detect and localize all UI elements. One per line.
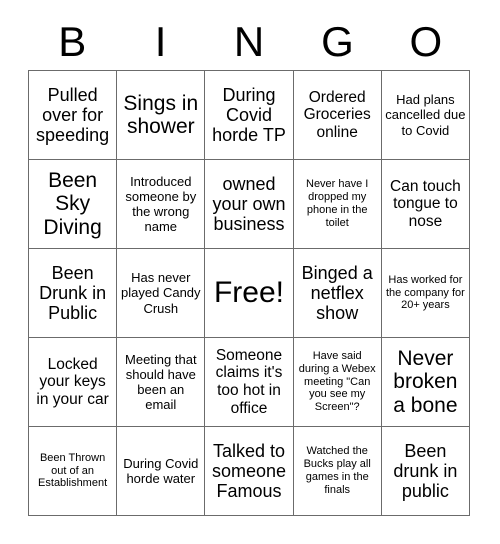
bingo-cell[interactable]: During Covid horde TP <box>205 71 294 160</box>
bingo-cell[interactable]: owned your own business <box>205 160 294 249</box>
bingo-cell-text: Pulled over for speeding <box>36 84 110 146</box>
bingo-cell[interactable]: Been Sky Diving <box>29 160 118 249</box>
bingo-cell-text: Binged a netflex show <box>301 262 373 324</box>
bingo-cell-text: Talked to someone Famous <box>211 440 287 502</box>
bingo-cell[interactable]: Talked to someone Famous <box>205 427 294 516</box>
bingo-cell-text: Locked your keys in your car <box>36 355 109 408</box>
bingo-cell-text: Sings in shower <box>123 91 199 138</box>
bingo-cell-text: Ordered Groceries online <box>303 88 371 141</box>
bingo-cell-text: Have said during a Webex meeting "Can yo… <box>298 349 376 414</box>
bingo-cell[interactable]: Have said during a Webex meeting "Can yo… <box>293 338 382 427</box>
bingo-cell[interactable]: During Covid horde water <box>117 427 206 516</box>
bingo-cell-text: Has never played Candy Crush <box>121 270 201 316</box>
bingo-cell[interactable]: Had plans cancelled due to Covid <box>381 71 470 160</box>
bingo-cell[interactable]: Has never played Candy Crush <box>117 249 206 338</box>
bingo-cell-text: owned your own business <box>212 173 286 235</box>
bingo-header-letter-o: O <box>409 18 443 65</box>
bingo-header-letter-b: B <box>58 18 87 65</box>
bingo-header-letter-i: I <box>154 18 167 65</box>
bingo-grid: Pulled over for speeding Sings in shower… <box>28 70 470 516</box>
bingo-cell-text: Introduced someone by the wrong name <box>125 173 197 235</box>
bingo-cell-text: Watched the Bucks play all games in the … <box>303 445 371 496</box>
bingo-cell-text: Been Drunk in Public <box>39 262 107 324</box>
bingo-cell-text: Been drunk in public <box>393 440 458 502</box>
bingo-cell-free[interactable]: Free! <box>205 249 294 338</box>
bingo-header-letter-g: G <box>321 18 354 65</box>
bingo-cell-text: Someone claims it's too hot in office <box>215 346 283 417</box>
bingo-cell-text: Had plans cancelled due to Covid <box>385 92 466 138</box>
bingo-cell[interactable]: Been Drunk in Public <box>29 249 118 338</box>
bingo-cell[interactable]: Been drunk in public <box>381 427 470 516</box>
bingo-cell[interactable]: Been Thrown out of an Establishment <box>29 427 118 516</box>
bingo-cell-text: During Covid horde TP <box>212 84 286 146</box>
bingo-cell-text: Can touch tongue to nose <box>390 177 461 230</box>
bingo-cell[interactable]: Never have I dropped my phone in the toi… <box>293 160 382 249</box>
bingo-cell-text: Never broken a bone <box>393 347 458 417</box>
bingo-cell-text: Never have I dropped my phone in the toi… <box>306 178 369 229</box>
bingo-header-row: B I N G O <box>28 14 470 70</box>
bingo-cell[interactable]: Watched the Bucks play all games in the … <box>293 427 382 516</box>
bingo-cell-text: Been Sky Diving <box>43 169 102 239</box>
bingo-cell-text: Has worked for the company for 20+ years <box>385 273 465 312</box>
bingo-cell[interactable]: Locked your keys in your car <box>29 338 118 427</box>
bingo-header-letter-n: N <box>233 18 265 65</box>
bingo-cell[interactable]: Pulled over for speeding <box>29 71 118 160</box>
bingo-cell-text: During Covid horde water <box>123 455 199 486</box>
bingo-cell-text: Free! <box>213 276 284 310</box>
bingo-card: B I N G O Pulled over for speeding Sings… <box>0 0 500 544</box>
bingo-cell[interactable]: Meeting that should have been an email <box>117 338 206 427</box>
bingo-cell[interactable]: Binged a netflex show <box>293 249 382 338</box>
bingo-cell-text: Been Thrown out of an Establishment <box>38 451 108 490</box>
bingo-cell[interactable]: Someone claims it's too hot in office <box>205 338 294 427</box>
bingo-cell[interactable]: Can touch tongue to nose <box>381 160 470 249</box>
bingo-cell[interactable]: Introduced someone by the wrong name <box>117 160 206 249</box>
bingo-cell[interactable]: Never broken a bone <box>381 338 470 427</box>
bingo-cell-text: Meeting that should have been an email <box>125 351 197 413</box>
bingo-cell[interactable]: Ordered Groceries online <box>293 71 382 160</box>
bingo-cell[interactable]: Sings in shower <box>117 71 206 160</box>
bingo-cell[interactable]: Has worked for the company for 20+ years <box>381 249 470 338</box>
